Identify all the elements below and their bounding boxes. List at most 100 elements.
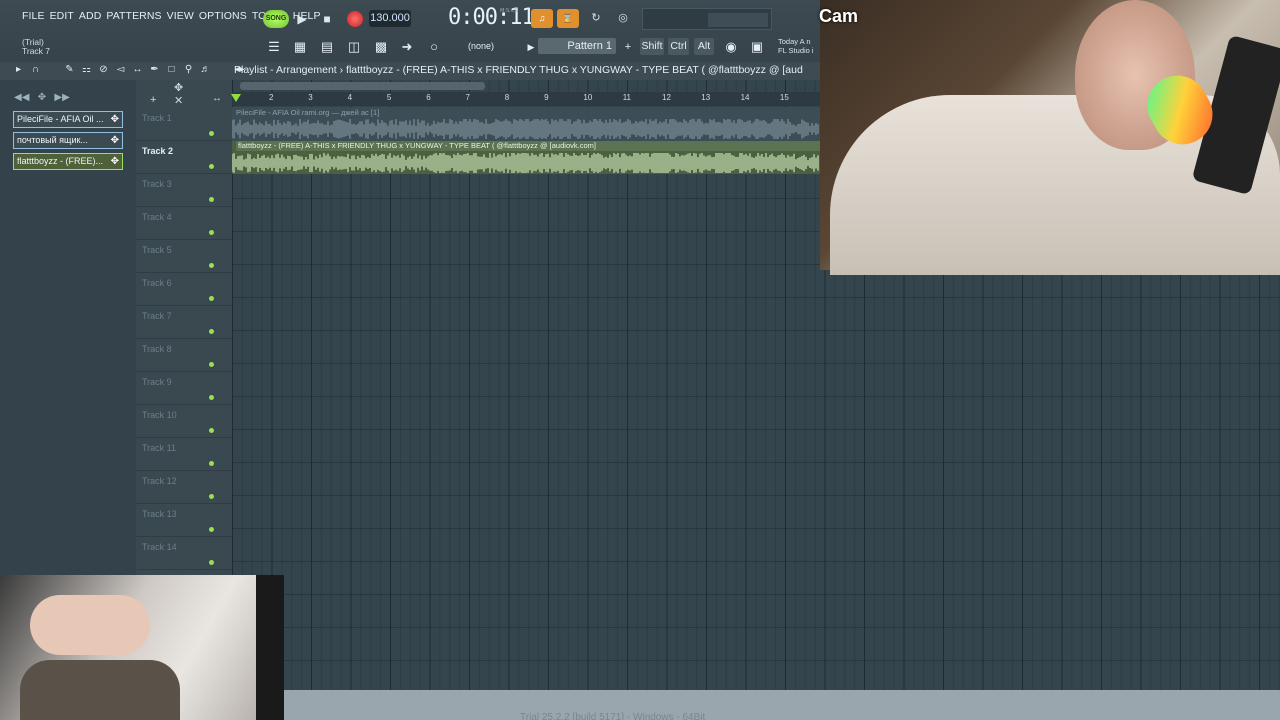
status-bar: [284, 690, 1280, 720]
zoom-icon[interactable]: ⚲: [182, 64, 195, 75]
ruler-bar-number: 9: [544, 93, 549, 102]
track-name[interactable]: Track 9: [142, 377, 172, 387]
track-led-icon[interactable]: [209, 461, 214, 466]
track-led-icon[interactable]: [209, 362, 214, 367]
track-name[interactable]: Track 12: [142, 476, 177, 486]
loop-record-icon[interactable]: ↻: [585, 9, 607, 28]
browser-icon[interactable]: ◫: [344, 37, 364, 57]
track-led-icon[interactable]: [209, 428, 214, 433]
track-name[interactable]: Track 1: [142, 113, 172, 123]
slice-icon[interactable]: ✒: [148, 64, 161, 75]
picker-nav: ◀◀ ✥ ▶▶: [14, 92, 70, 103]
menu-add[interactable]: ADD: [79, 10, 101, 22]
mixer-icon[interactable]: ▩: [371, 37, 391, 57]
song-mode-toggle[interactable]: SONG: [263, 10, 289, 28]
stop-icon[interactable]: ■: [317, 9, 337, 29]
track-led-icon[interactable]: [209, 131, 214, 136]
tempo-tap-icon[interactable]: ◎: [612, 9, 634, 28]
audio-clip-track-1[interactable]: PileciFile - AFIA Oil rami.org — джей ас…: [232, 107, 820, 141]
track-name[interactable]: Track 11: [142, 443, 176, 453]
track-name[interactable]: Track 5: [142, 245, 172, 255]
track-led-icon[interactable]: [209, 527, 214, 532]
track-led-icon[interactable]: [209, 164, 214, 169]
track-name[interactable]: Track 6: [142, 278, 172, 288]
menu-options[interactable]: OPTIONS: [199, 10, 247, 22]
pencil-icon[interactable]: ✎: [63, 64, 76, 75]
clip-label: flatttboyzz - (FREE) A-THIS x FRIENDLY T…: [236, 141, 820, 151]
waveform-path: [232, 119, 819, 139]
playhead-marker[interactable]: [231, 94, 241, 102]
add-pattern-icon[interactable]: +: [618, 37, 638, 57]
track-led-icon[interactable]: [209, 494, 214, 499]
piano-roll-icon[interactable]: ▤: [317, 37, 337, 57]
news-panel[interactable]: Today A n FL Studio i: [778, 37, 814, 55]
close-icon[interactable]: ✕: [174, 94, 183, 107]
news-line-2: FL Studio i: [778, 46, 814, 55]
countdown-icon[interactable]: ⌛: [557, 9, 579, 28]
slip-icon[interactable]: ↔: [131, 64, 144, 75]
channel-rack-icon[interactable]: ▦: [290, 37, 310, 57]
menu-patterns[interactable]: PATTERNS: [106, 10, 161, 22]
waveform: [232, 119, 819, 139]
audio-clip-track-2[interactable]: flatttboyzz - (FREE) A-THIS x FRIENDLY T…: [232, 141, 820, 174]
timeline-ruler[interactable]: 2 3 4 5 6 7 8 9 10 11 12 13 14 15: [232, 92, 820, 106]
track-led-icon[interactable]: [209, 230, 214, 235]
track-led-icon[interactable]: [209, 560, 214, 565]
track-name[interactable]: Track 4: [142, 212, 172, 222]
ruler-bar-number: 13: [701, 93, 711, 102]
track-led-icon[interactable]: [209, 197, 214, 202]
track-led-icon[interactable]: [209, 329, 214, 334]
horizontal-scrollbar[interactable]: [240, 82, 485, 90]
track-led-icon[interactable]: [209, 395, 214, 400]
move-icon[interactable]: ✥: [174, 81, 183, 94]
shop-icon[interactable]: ▣: [747, 37, 767, 57]
track-name[interactable]: Track 13: [142, 509, 177, 519]
track-name[interactable]: Track 7: [142, 311, 172, 321]
ruler-bar-number: 10: [583, 93, 593, 102]
track-divider: [136, 569, 232, 570]
select-icon[interactable]: □: [165, 64, 178, 75]
track-led-icon[interactable]: [209, 263, 214, 268]
arrow-right-icon[interactable]: ➜: [397, 37, 417, 57]
picker-clip-3[interactable]: flatttboyzz - (FREE)... ✥: [13, 153, 123, 170]
track-led-icon[interactable]: [209, 296, 214, 301]
magnet-icon[interactable]: ∩: [29, 64, 42, 75]
metronome-icon[interactable]: ♫: [531, 9, 553, 28]
menu-file[interactable]: FILE: [22, 10, 45, 22]
delete-icon[interactable]: ⊘: [97, 64, 110, 75]
picker-clip-1[interactable]: PileciFile - AFIA Oil ... ✥: [13, 111, 123, 128]
shift-key-button[interactable]: Shift: [640, 38, 664, 55]
ruler-bar-number: 15: [779, 93, 789, 102]
ruler-bar-number: 5: [386, 93, 392, 102]
picker-clip-2[interactable]: почтовый ящик... ✥: [13, 132, 123, 149]
mute-icon[interactable]: ◅: [114, 64, 127, 75]
playlist-icon[interactable]: ☰: [264, 37, 284, 57]
waveform-icon: ✥: [110, 114, 119, 125]
microphone-icon[interactable]: ○: [424, 37, 444, 57]
snap-select[interactable]: (none): [462, 39, 514, 54]
ctrl-key-button[interactable]: Ctrl: [668, 38, 689, 55]
track-toolbar: + ✕ ✥ ↔: [136, 80, 232, 108]
track-name[interactable]: Track 14: [142, 542, 177, 552]
add-track-icon[interactable]: +: [150, 94, 156, 106]
resize-icon[interactable]: ↔: [212, 93, 222, 104]
track-name[interactable]: Track 3: [142, 179, 172, 189]
brush-icon[interactable]: ⚏: [80, 64, 93, 75]
pattern-select[interactable]: Pattern 1: [538, 38, 616, 54]
waveform-icon: ✥: [110, 156, 119, 167]
track-name[interactable]: Track 2: [142, 146, 173, 156]
menu-view[interactable]: VIEW: [167, 10, 194, 22]
record-button[interactable]: [347, 11, 363, 27]
play-icon[interactable]: ▶: [292, 9, 312, 29]
alt-key-button[interactable]: Alt: [694, 38, 714, 55]
speaker-icon[interactable]: ♬: [199, 64, 212, 75]
track-name[interactable]: Track 8: [142, 344, 172, 354]
track-divider: [136, 173, 232, 174]
menu-edit[interactable]: EDIT: [50, 10, 74, 22]
arrow-icon[interactable]: ▸: [12, 64, 25, 75]
plugin-icon[interactable]: ◉: [721, 37, 741, 57]
track-divider: [136, 239, 232, 240]
clip-label: PileciFile - AFIA Oil rami.org — джей ас…: [236, 108, 380, 117]
track-name[interactable]: Track 10: [142, 410, 177, 420]
tempo-display[interactable]: 130.000: [369, 10, 411, 27]
